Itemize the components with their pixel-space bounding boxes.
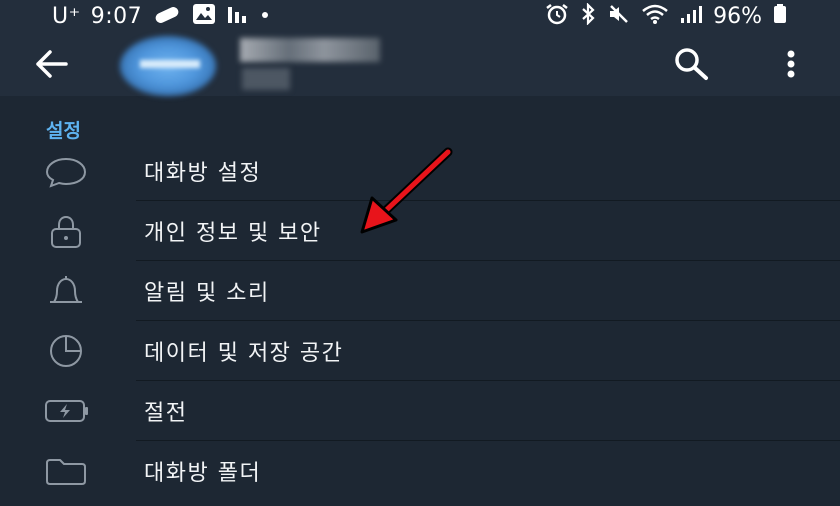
mute-icon	[607, 3, 631, 29]
menu-item-power-saving[interactable]: 절전	[0, 381, 840, 441]
menu-item-label: 대화방 폴더	[144, 461, 262, 486]
battery-percent: 96%	[713, 3, 762, 29]
menu-item-label: 대화방 설정	[144, 161, 262, 186]
battery-icon	[45, 400, 88, 422]
menu-item-data-storage[interactable]: 데이터 및 저장 공간	[0, 321, 840, 381]
pill-icon	[152, 4, 182, 28]
clock-time: 9:07	[90, 3, 143, 29]
menu-item-label: 절전	[144, 401, 188, 426]
menu-item-chat-settings[interactable]: 대화방 설정	[0, 141, 840, 201]
menu-item-privacy-security[interactable]: 개인 정보 및 보안	[0, 201, 840, 261]
section-title: 설정	[46, 120, 81, 142]
status-right: 96%	[545, 2, 788, 29]
app-header	[0, 32, 840, 96]
more-vertical-icon	[787, 50, 795, 78]
more-options-button[interactable]	[776, 44, 806, 84]
battery-status-icon	[772, 3, 788, 29]
carrier-label: U⁺	[52, 3, 81, 29]
search-button[interactable]	[670, 44, 714, 84]
pie-chart-icon	[50, 335, 82, 367]
arrow-left-icon	[36, 50, 68, 78]
search-icon	[675, 48, 708, 80]
menu-item-label: 알림 및 소리	[144, 281, 270, 306]
menu-item-notifications[interactable]: 알림 및 소리	[0, 261, 840, 321]
profile-status-blurred	[242, 68, 290, 90]
status-bar: U⁺ 9:07 96%	[0, 0, 840, 32]
bar-chart-icon	[226, 3, 248, 29]
avatar-blur-detail	[140, 60, 200, 68]
folder-icon	[46, 459, 86, 485]
menu-item-label: 데이터 및 저장 공간	[144, 341, 344, 366]
signal-icon	[679, 3, 703, 29]
wifi-icon	[641, 3, 669, 29]
dot-icon	[258, 7, 272, 26]
settings-menu: 대화방 설정 개인 정보 및 보안 알림 및 소리 데이터 및 저장 공간 절전…	[0, 141, 840, 501]
gallery-icon	[192, 3, 216, 29]
menu-item-label: 개인 정보 및 보안	[144, 221, 322, 246]
lock-icon	[51, 215, 81, 248]
profile-name-blurred	[240, 38, 380, 62]
chat-bubble-icon	[45, 157, 87, 188]
alarm-icon	[545, 3, 569, 29]
status-left: U⁺ 9:07	[52, 3, 272, 29]
menu-item-chat-folders[interactable]: 대화방 폴더	[0, 441, 840, 501]
back-button[interactable]	[30, 46, 74, 82]
bluetooth-icon	[579, 2, 597, 29]
bell-icon	[50, 276, 82, 303]
